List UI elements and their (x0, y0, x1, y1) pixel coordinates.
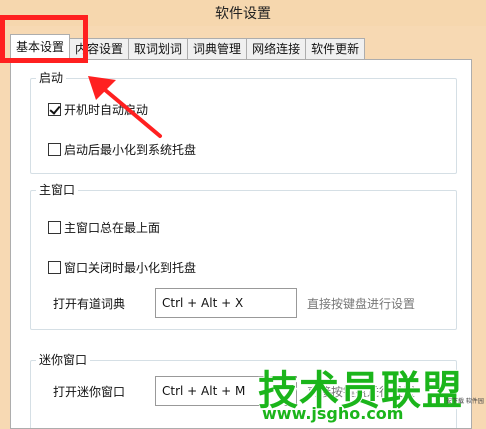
tab-dictionary-management[interactable]: 词典管理 (187, 38, 248, 60)
tab-network[interactable]: 网络连接 (246, 38, 307, 60)
open-mini-label: 打开迷你窗口 (53, 385, 126, 399)
tab-word-capture[interactable]: 取词划词 (128, 38, 189, 60)
open-dict-label: 打开有道词典 (53, 297, 126, 311)
auto-start-checkbox[interactable] (48, 103, 61, 116)
mini-window-group-title: 迷你窗口 (36, 352, 91, 368)
close-to-tray-checkbox[interactable] (48, 261, 61, 274)
open-dict-hint: 直接按键盘进行设置 (307, 297, 416, 311)
startup-group-title: 启动 (36, 70, 67, 86)
always-on-top-checkbox[interactable] (48, 221, 61, 234)
open-dict-hotkey-input[interactable]: Ctrl + Alt + X (155, 288, 297, 318)
tab-software-update[interactable]: 软件更新 (305, 38, 366, 60)
annotation-arrow-icon (88, 76, 162, 138)
main-window-group-title: 主窗口 (36, 182, 79, 198)
close-to-tray-label[interactable]: 窗口关闭时最小化到托盘 (64, 259, 196, 276)
minimize-tray-checkbox[interactable] (48, 143, 61, 156)
watermark-small: 安下载 软件园 (446, 398, 484, 405)
close-to-tray-option[interactable]: 窗口关闭时最小化到托盘 (48, 259, 196, 276)
always-on-top-label[interactable]: 主窗口总在最上面 (64, 219, 160, 236)
highlight-box (0, 15, 88, 63)
always-on-top-option[interactable]: 主窗口总在最上面 (48, 219, 160, 236)
watermark-url: www.jsgho.com (262, 404, 404, 423)
main-window-group: 主窗口 主窗口总在最上面 窗口关闭时最小化到托盘 打开有道词典 Ctrl + A… (30, 182, 457, 330)
